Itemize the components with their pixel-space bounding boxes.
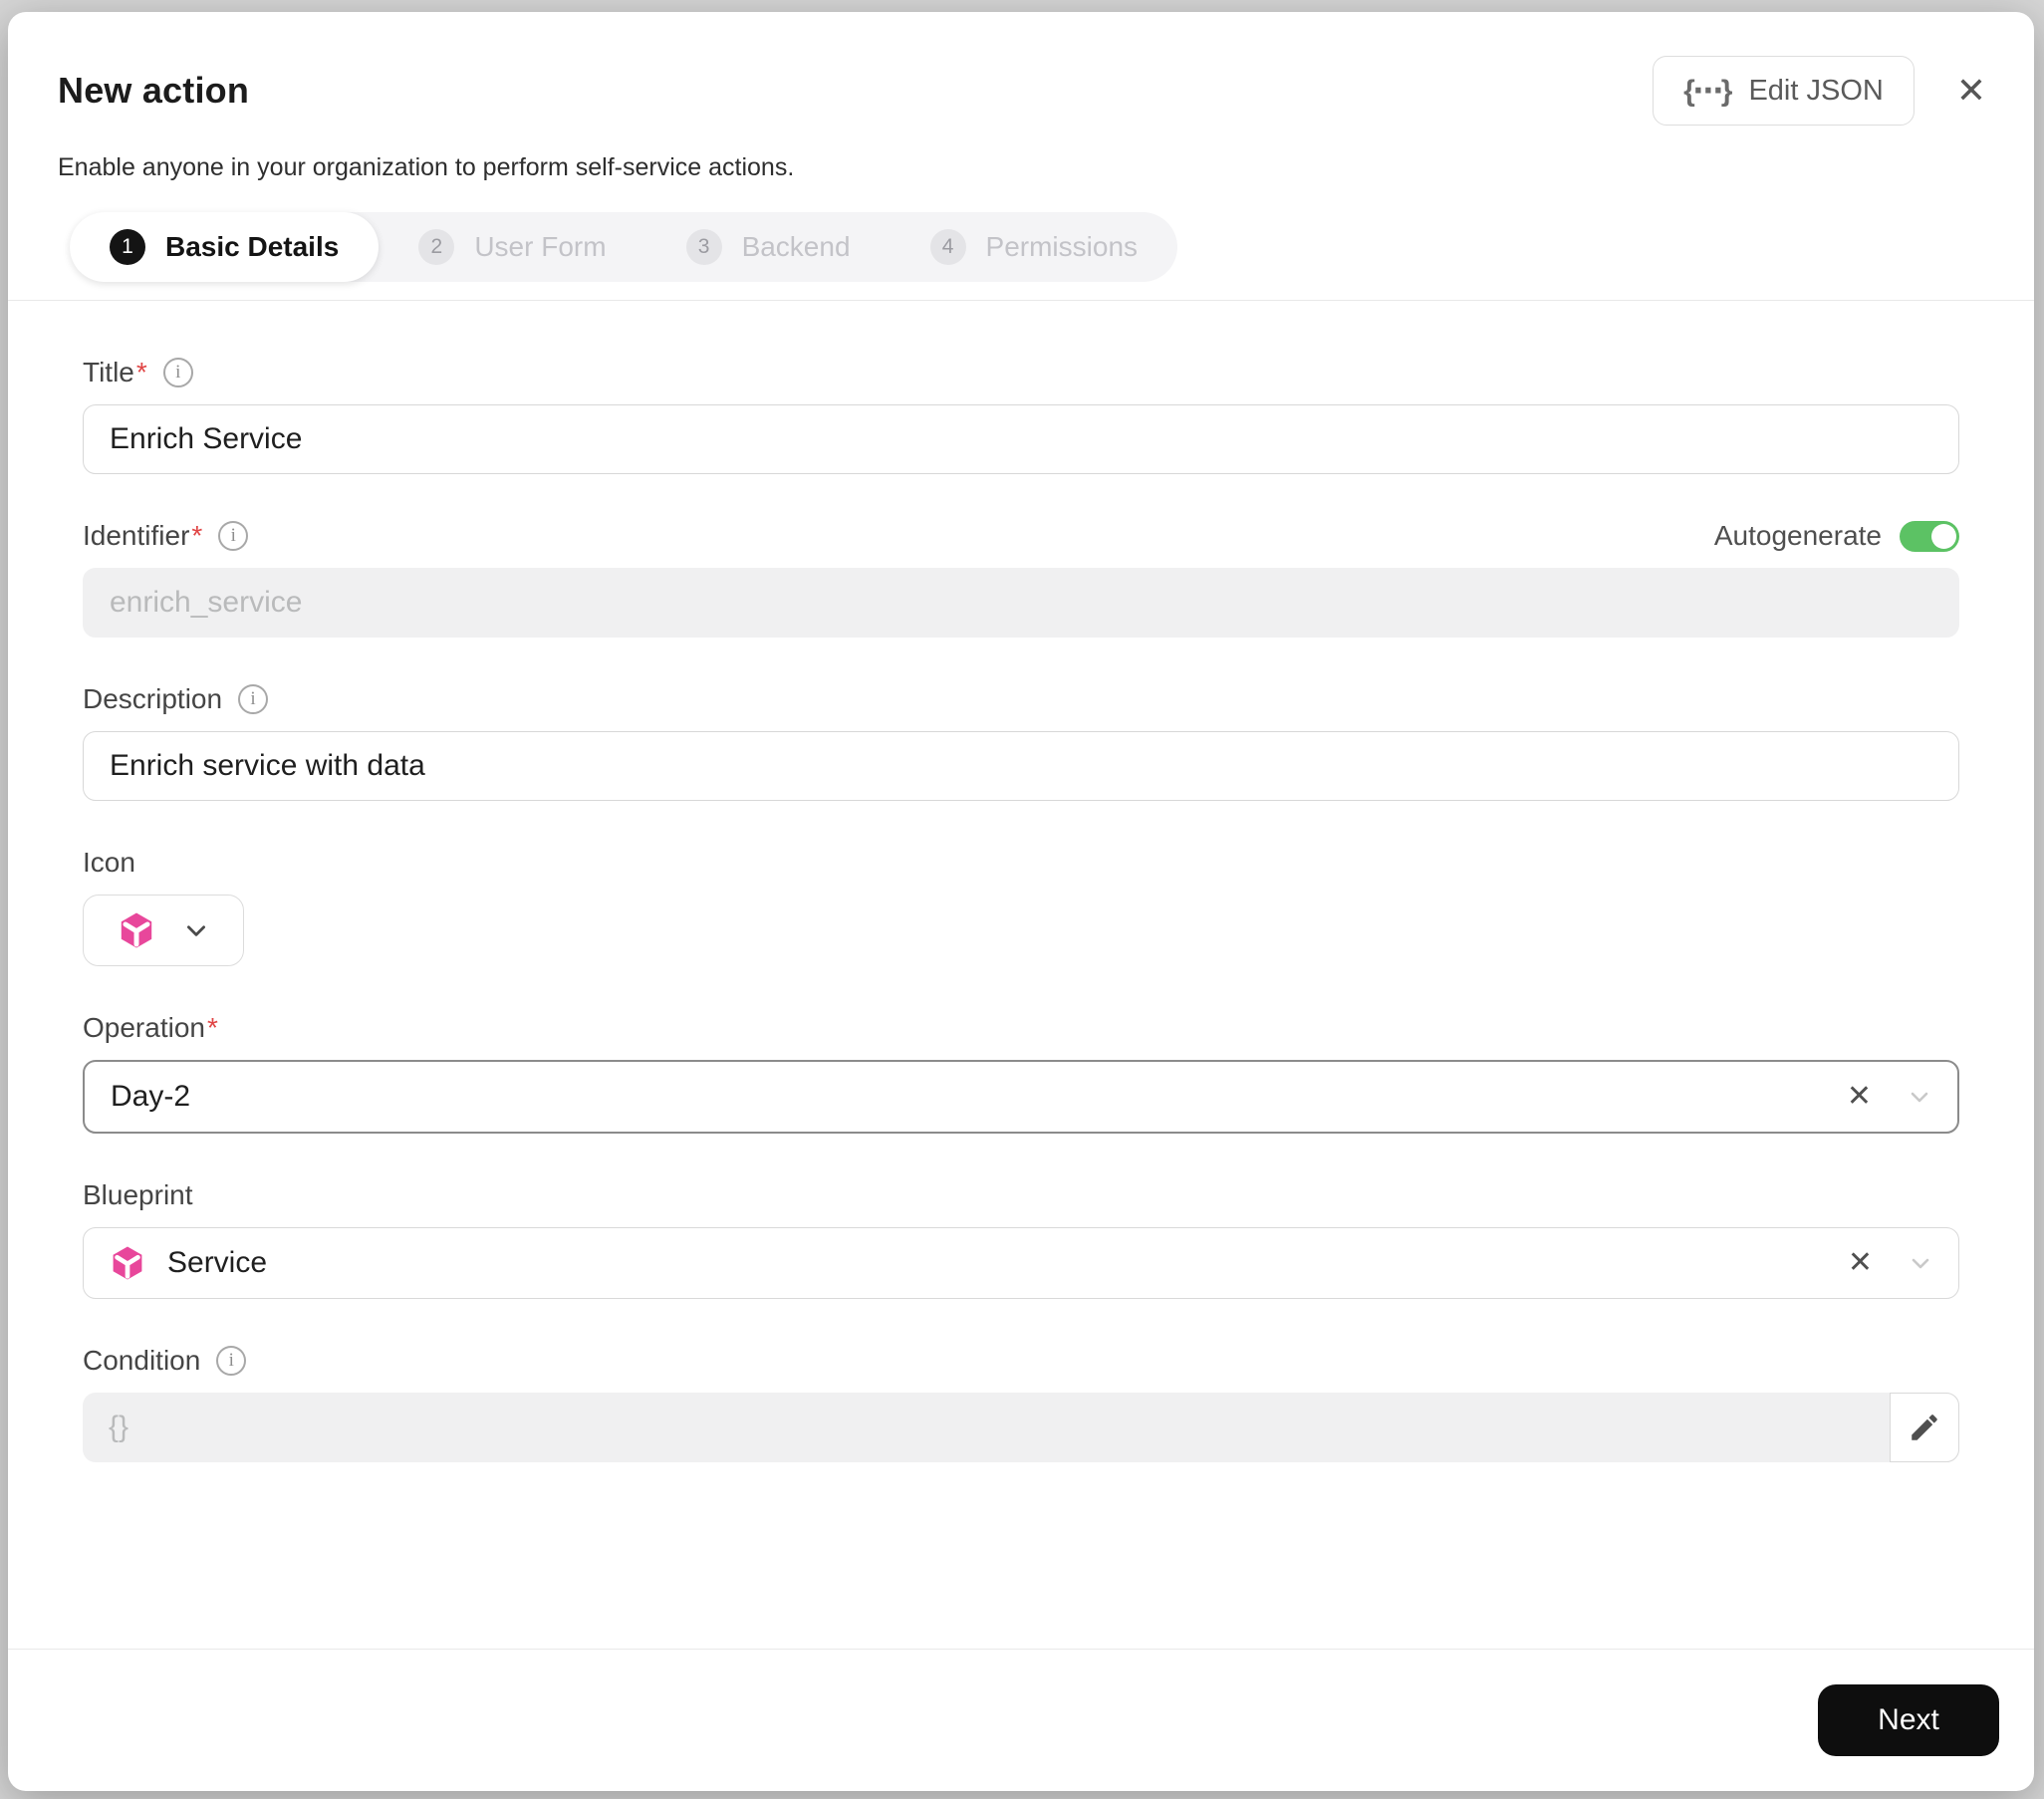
- blueprint-select[interactable]: Service ✕: [83, 1227, 1959, 1299]
- blueprint-field-group: Blueprint Service ✕: [83, 1179, 1959, 1299]
- stepper: 1 Basic Details 2 User Form 3 Backend 4 …: [70, 212, 1178, 282]
- icon-label-row: Icon: [83, 847, 1959, 879]
- step-number-badge: 4: [929, 229, 966, 265]
- autogenerate-control: Autogenerate: [1714, 520, 1959, 552]
- edit-condition-button[interactable]: [1890, 1393, 1959, 1462]
- title-input[interactable]: [83, 404, 1959, 474]
- code-braces-icon: {⋯}: [1683, 74, 1732, 108]
- step-number-badge: 3: [685, 229, 722, 265]
- info-icon[interactable]: i: [238, 684, 269, 714]
- step-label: Permissions: [985, 231, 1139, 262]
- operation-value: Day-2: [111, 1080, 191, 1113]
- icon-field-group: Icon: [83, 847, 1959, 966]
- condition-label: Condition: [83, 1345, 201, 1376]
- toggle-knob: [1931, 523, 1956, 549]
- info-icon[interactable]: i: [218, 521, 249, 551]
- step-number-badge: 1: [110, 229, 145, 265]
- chevron-down-icon: [187, 925, 205, 936]
- edit-json-button[interactable]: {⋯} Edit JSON: [1653, 56, 1915, 126]
- condition-label-row: Condition i: [83, 1345, 1959, 1377]
- info-icon[interactable]: i: [162, 358, 193, 387]
- operation-field-group: Operation * Day-2 ✕: [83, 1012, 1959, 1134]
- autogenerate-label: Autogenerate: [1713, 520, 1882, 551]
- pencil-icon: [1912, 1414, 1937, 1440]
- new-action-modal: New action {⋯} Edit JSON ✕ Enable anyone…: [8, 12, 2034, 1791]
- clear-icon[interactable]: ✕: [1847, 1082, 1872, 1112]
- description-input[interactable]: [83, 731, 1959, 801]
- step-label: Basic Details: [165, 231, 340, 262]
- required-asterisk: *: [135, 357, 147, 387]
- modal-header: New action {⋯} Edit JSON ✕ Enable anyone…: [8, 12, 2034, 301]
- next-button[interactable]: Next: [1818, 1684, 1999, 1756]
- step-permissions[interactable]: 4 Permissions: [891, 212, 1177, 282]
- title-label-row: Title * i: [83, 357, 1959, 388]
- step-label: User Form: [474, 231, 607, 262]
- info-icon[interactable]: i: [216, 1346, 247, 1376]
- clear-icon[interactable]: ✕: [1848, 1248, 1873, 1278]
- modal-body: Title* i Identifier* i Autogenerate Desc…: [8, 301, 2034, 1649]
- identifier-field-group: Identifier * i Autogenerate: [83, 520, 1959, 638]
- description-label: Description: [83, 683, 223, 714]
- page-title: New action: [58, 70, 250, 111]
- step-user-form[interactable]: 2 User Form: [379, 212, 645, 282]
- step-label: Backend: [741, 231, 851, 262]
- close-icon[interactable]: ✕: [1956, 73, 1986, 109]
- operation-label-row: Operation *: [83, 1012, 1959, 1044]
- modal-subtitle: Enable anyone in your organization to pe…: [58, 153, 795, 181]
- blueprint-value: Service: [167, 1246, 268, 1279]
- icon-label: Icon: [83, 847, 135, 878]
- service-cube-icon: [113, 1246, 142, 1280]
- chevron-down-icon: [1912, 1258, 1929, 1269]
- description-field-group: Description i: [83, 683, 1959, 801]
- identifier-label: Identifier: [83, 520, 190, 551]
- select-end-icons: ✕: [1847, 1082, 1931, 1112]
- blueprint-label: Blueprint: [83, 1179, 193, 1210]
- step-basic-details[interactable]: 1 Basic Details: [70, 212, 380, 282]
- select-end-icons: ✕: [1848, 1248, 1932, 1278]
- operation-label: Operation: [83, 1012, 205, 1043]
- description-label-row: Description i: [83, 683, 1959, 715]
- condition-value: {}: [109, 1411, 129, 1443]
- step-number-badge: 2: [418, 229, 455, 265]
- icon-dropdown-button[interactable]: [83, 895, 244, 966]
- step-backend[interactable]: 3 Backend: [646, 212, 891, 282]
- required-asterisk: *: [206, 1012, 218, 1043]
- title-field-group: Title * i: [83, 357, 1959, 474]
- condition-field-group: Condition i {}: [83, 1345, 1959, 1462]
- service-cube-icon: [121, 912, 152, 948]
- header-row: New action {⋯} Edit JSON ✕: [58, 56, 1994, 126]
- title-label: Title: [83, 357, 134, 387]
- operation-select[interactable]: Day-2 ✕: [83, 1060, 1959, 1134]
- identifier-input: [83, 568, 1959, 638]
- modal-footer: Next: [8, 1649, 2034, 1791]
- blueprint-label-row: Blueprint: [83, 1179, 1959, 1211]
- required-asterisk: *: [191, 520, 203, 551]
- identifier-label-row: Identifier * i Autogenerate: [83, 520, 1959, 552]
- condition-field: {}: [83, 1393, 1959, 1462]
- edit-json-label: Edit JSON: [1748, 74, 1884, 107]
- chevron-down-icon: [1911, 1092, 1928, 1103]
- autogenerate-toggle[interactable]: [1900, 520, 1959, 552]
